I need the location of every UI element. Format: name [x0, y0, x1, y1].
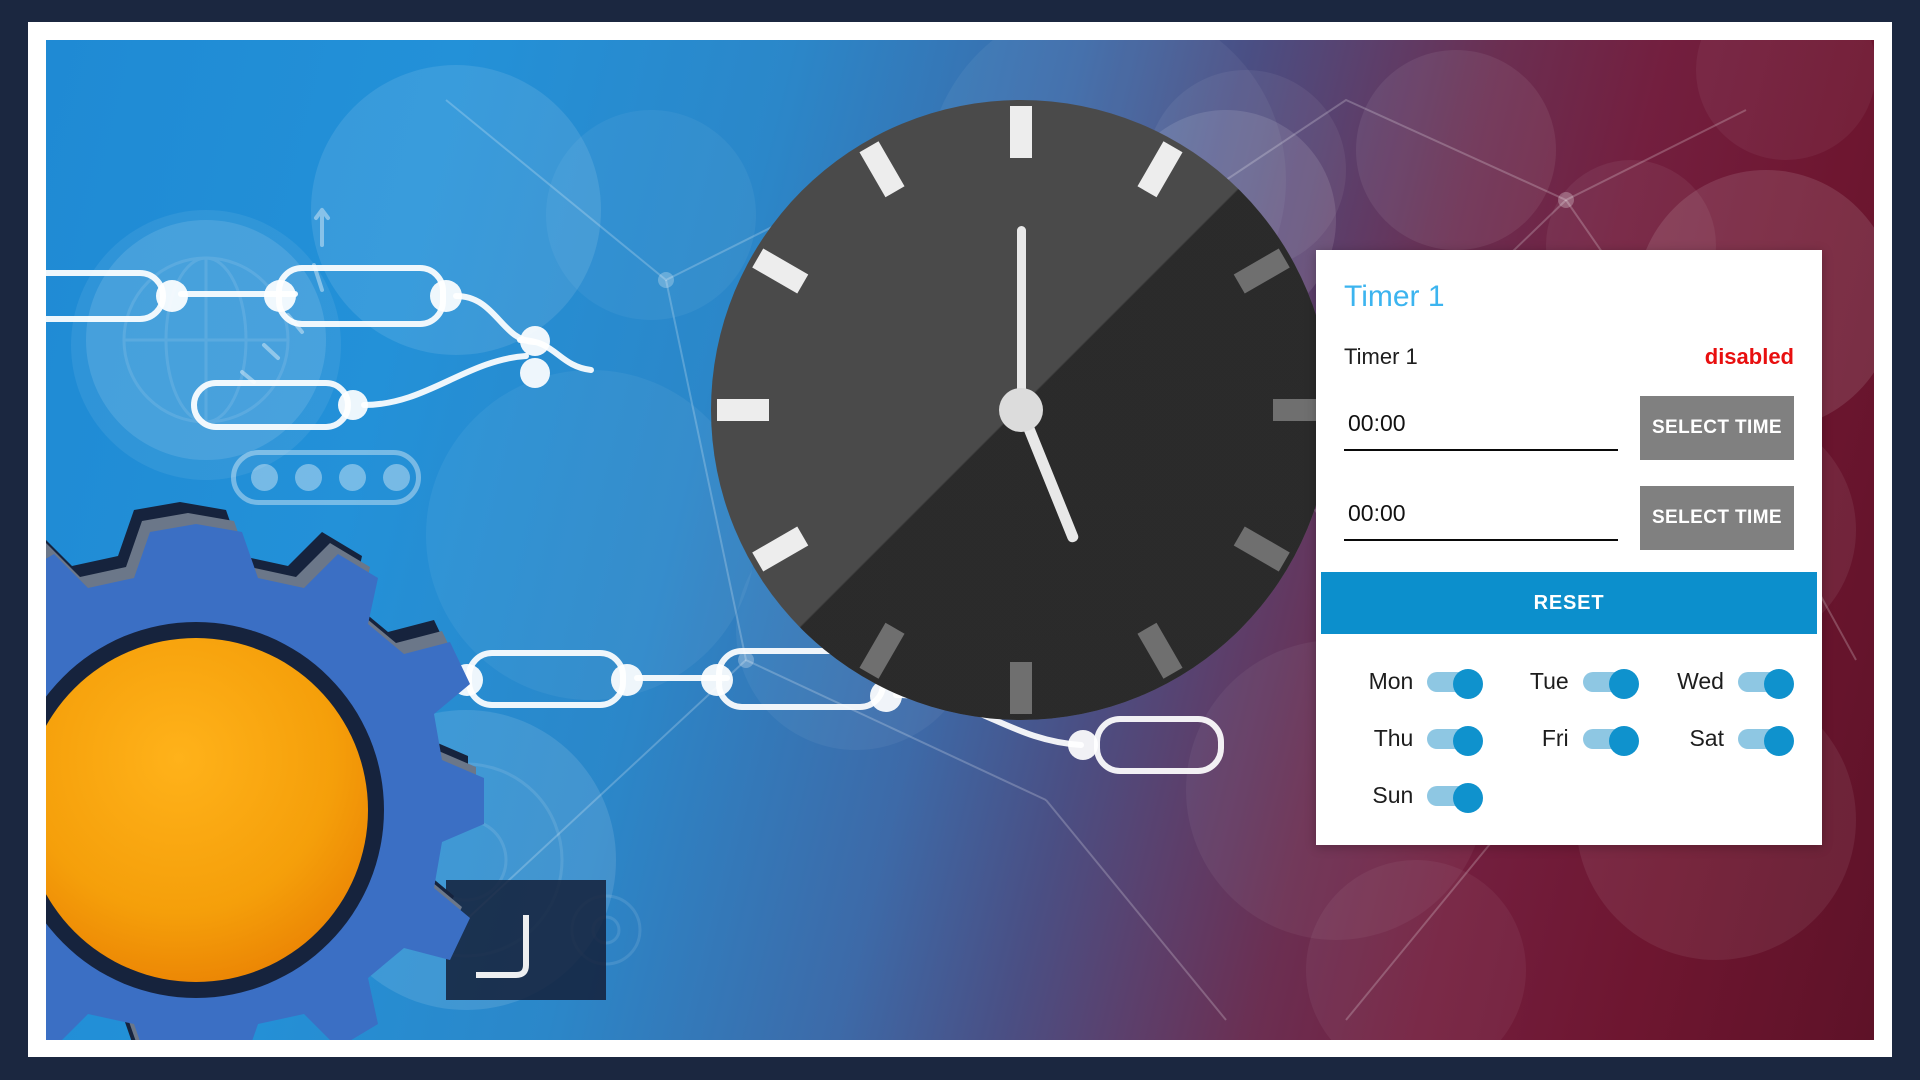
- select-end-time-button[interactable]: SELECT TIME: [1640, 486, 1794, 550]
- end-time-input[interactable]: [1344, 495, 1618, 541]
- toggle-knob: [1763, 668, 1794, 699]
- analog-clock: [711, 100, 1331, 720]
- toggle-switch[interactable]: [1737, 668, 1794, 699]
- toggle-switch[interactable]: [1427, 668, 1484, 699]
- toggle-knob: [1453, 725, 1484, 756]
- toggle-switch[interactable]: [1737, 725, 1794, 756]
- app-frame: Timer 1 Timer 1 disabled SELECT TIME SEL…: [28, 22, 1892, 1057]
- toggle-knob: [1763, 725, 1794, 756]
- toggle-switch[interactable]: [1582, 725, 1639, 756]
- clock-minute-hand: [1016, 226, 1026, 410]
- day-toggle-grid: Mon Tue Wed Thu Fri Sat Sun: [1316, 634, 1822, 845]
- clock-tick: [1010, 106, 1032, 158]
- toggle-knob: [1453, 668, 1484, 699]
- panel-title: Timer 1: [1344, 280, 1445, 313]
- toggle-switch[interactable]: [1427, 725, 1484, 756]
- hero-image-stage: Timer 1 Timer 1 disabled SELECT TIME SEL…: [46, 40, 1874, 1040]
- timer-status-row: Timer 1 disabled: [1316, 314, 1822, 370]
- toggle-switch[interactable]: [1582, 668, 1639, 699]
- time-row-end: SELECT TIME: [1316, 460, 1822, 550]
- day-toggle-sun[interactable]: Sun: [1336, 782, 1491, 813]
- day-label: Fri: [1541, 725, 1569, 751]
- toggle-knob: [1453, 782, 1484, 813]
- timer-panel: Timer 1 Timer 1 disabled SELECT TIME SEL…: [1316, 250, 1822, 845]
- select-start-time-button[interactable]: SELECT TIME: [1640, 396, 1794, 460]
- toggle-knob: [1608, 668, 1639, 699]
- reset-button[interactable]: RESET: [1321, 572, 1817, 634]
- timer-status-label: Timer 1: [1344, 344, 1418, 369]
- day-toggle-tue[interactable]: Tue: [1491, 668, 1646, 699]
- day-label: Mon: [1368, 668, 1414, 694]
- day-toggle-wed[interactable]: Wed: [1647, 668, 1802, 699]
- day-label: Sat: [1689, 725, 1724, 751]
- start-time-input[interactable]: [1344, 405, 1618, 451]
- day-toggle-sat[interactable]: Sat: [1647, 725, 1802, 756]
- time-row-start: SELECT TIME: [1316, 370, 1822, 460]
- clock-tick: [717, 399, 769, 421]
- clock-tick: [1010, 662, 1032, 714]
- day-label: Thu: [1373, 725, 1414, 751]
- toggle-switch[interactable]: [1427, 782, 1484, 813]
- status-badge: disabled: [1704, 344, 1794, 369]
- day-label: Tue: [1529, 668, 1569, 694]
- day-toggle-thu[interactable]: Thu: [1336, 725, 1491, 756]
- day-label: Sun: [1372, 782, 1414, 808]
- day-label: Wed: [1677, 668, 1724, 694]
- day-toggle-fri[interactable]: Fri: [1491, 725, 1646, 756]
- gear-graphic: [46, 480, 516, 1040]
- toggle-knob: [1608, 725, 1639, 756]
- day-toggle-mon[interactable]: Mon: [1336, 668, 1491, 699]
- clock-center-cap: [999, 388, 1043, 432]
